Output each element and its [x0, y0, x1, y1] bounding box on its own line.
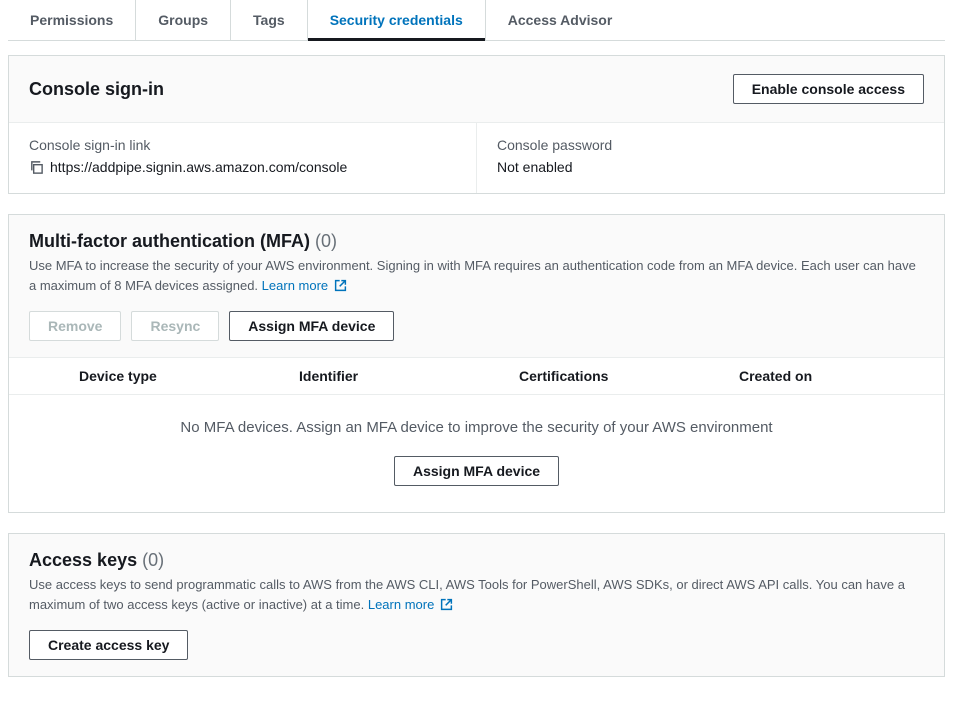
mfa-count: (0): [315, 231, 337, 251]
mfa-learn-more-link[interactable]: Learn more: [262, 278, 347, 293]
mfa-table-header: Device type Identifier Certifications Cr…: [9, 357, 944, 395]
console-signin-title: Console sign-in: [29, 79, 164, 100]
mfa-col-device-type[interactable]: Device type: [79, 368, 299, 384]
console-password-value: Not enabled: [497, 159, 924, 175]
mfa-panel: Multi-factor authentication (MFA) (0) Us…: [8, 214, 945, 513]
mfa-col-identifier[interactable]: Identifier: [299, 368, 519, 384]
mfa-learn-text: Learn more: [262, 278, 328, 293]
mfa-empty-message: No MFA devices. Assign an MFA device to …: [9, 395, 944, 446]
console-password-label: Console password: [497, 137, 924, 153]
mfa-description: Use MFA to increase the security of your…: [29, 256, 924, 297]
external-link-icon: [440, 597, 453, 617]
resync-mfa-button: Resync: [131, 311, 219, 341]
access-keys-description: Use access keys to send programmatic cal…: [29, 575, 924, 616]
mfa-title: Multi-factor authentication (MFA) (0): [29, 231, 924, 252]
mfa-col-created-on[interactable]: Created on: [739, 368, 924, 384]
assign-mfa-device-empty-button[interactable]: Assign MFA device: [394, 456, 559, 486]
tab-groups[interactable]: Groups: [136, 0, 231, 40]
console-signin-panel: Console sign-in Enable console access Co…: [8, 55, 945, 194]
mfa-desc-text: Use MFA to increase the security of your…: [29, 258, 916, 293]
access-keys-panel: Access keys (0) Use access keys to send …: [8, 533, 945, 677]
tab-security-credentials[interactable]: Security credentials: [308, 0, 486, 40]
tab-permissions[interactable]: Permissions: [8, 0, 136, 40]
access-keys-count: (0): [142, 550, 164, 570]
tab-bar: Permissions Groups Tags Security credent…: [8, 0, 945, 41]
remove-mfa-button: Remove: [29, 311, 121, 341]
access-keys-learn-more-link[interactable]: Learn more: [368, 597, 453, 612]
access-keys-desc-text: Use access keys to send programmatic cal…: [29, 577, 905, 612]
console-link-value: https://addpipe.signin.aws.amazon.com/co…: [50, 159, 347, 175]
access-keys-title: Access keys (0): [29, 550, 924, 571]
tab-access-advisor[interactable]: Access Advisor: [486, 0, 635, 40]
assign-mfa-device-button[interactable]: Assign MFA device: [229, 311, 394, 341]
external-link-icon: [334, 278, 347, 298]
tab-tags[interactable]: Tags: [231, 0, 308, 40]
create-access-key-button[interactable]: Create access key: [29, 630, 188, 660]
access-keys-title-text: Access keys: [29, 550, 137, 570]
copy-icon[interactable]: [29, 160, 44, 175]
access-keys-learn-text: Learn more: [368, 597, 434, 612]
enable-console-access-button[interactable]: Enable console access: [733, 74, 924, 104]
mfa-title-text: Multi-factor authentication (MFA): [29, 231, 310, 251]
mfa-col-certifications[interactable]: Certifications: [519, 368, 739, 384]
console-link-label: Console sign-in link: [29, 137, 456, 153]
